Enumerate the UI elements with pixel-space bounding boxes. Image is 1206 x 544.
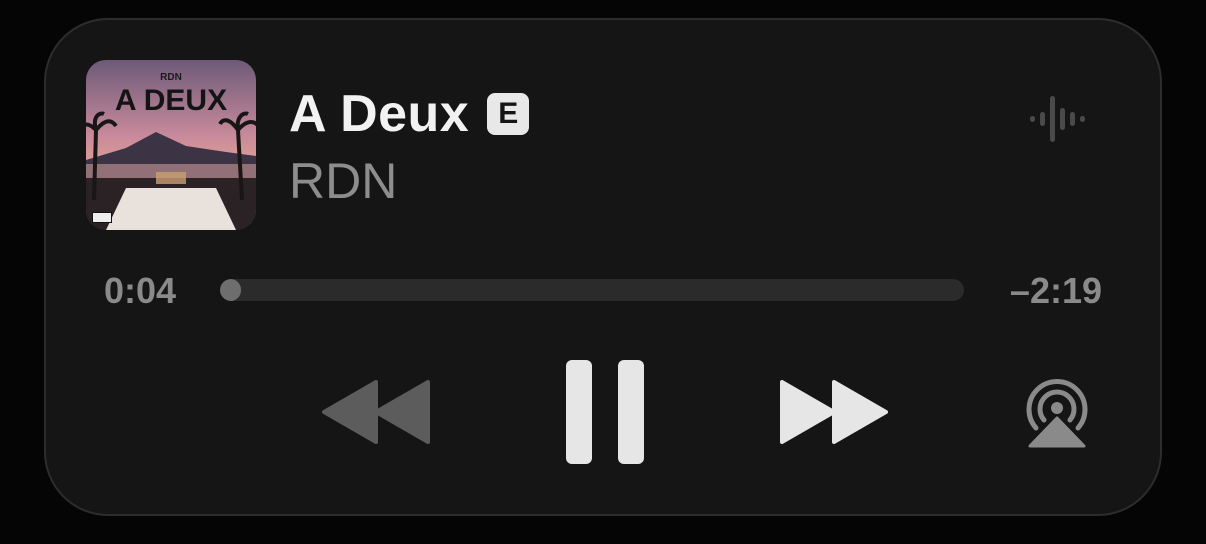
svg-text:A DEUX: A DEUX xyxy=(115,84,227,117)
remaining-time: –2:19 xyxy=(1009,270,1102,311)
audio-waveform-icon xyxy=(1030,96,1085,142)
track-title[interactable]: A Deux xyxy=(289,84,469,144)
explicit-badge: E xyxy=(487,93,530,135)
album-artwork-image: RDN A DEUX xyxy=(86,60,256,230)
playback-progress-fill xyxy=(220,279,241,301)
artist-name[interactable]: RDN xyxy=(289,152,397,210)
playback-scrubber[interactable] xyxy=(220,279,964,301)
fast-forward-icon[interactable] xyxy=(780,380,888,444)
elapsed-time: 0:04 xyxy=(104,270,177,311)
airplay-audio-icon[interactable] xyxy=(1022,376,1092,448)
now-playing-widget: RDN A DEUX A Deux E RDN 0:04 –2:19 xyxy=(44,18,1162,516)
album-artwork[interactable]: RDN A DEUX xyxy=(86,60,256,230)
rewind-icon[interactable] xyxy=(322,380,430,444)
pause-icon[interactable] xyxy=(566,360,644,464)
svg-text:RDN: RDN xyxy=(160,72,182,83)
track-title-row: A Deux E xyxy=(289,84,530,144)
